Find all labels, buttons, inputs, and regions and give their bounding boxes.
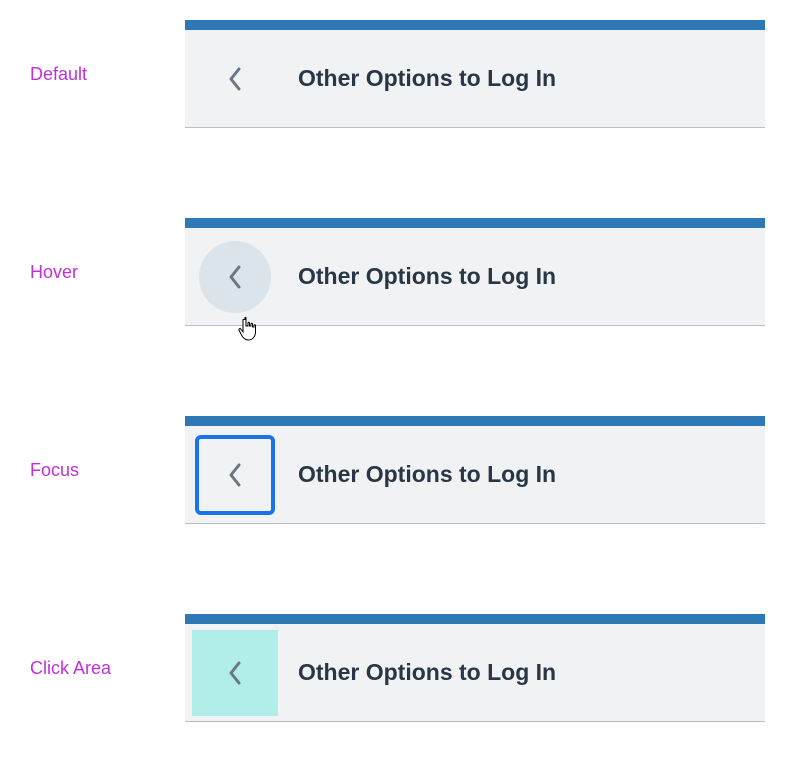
login-options-panel: Other Options to Log In bbox=[185, 218, 765, 326]
state-label-clickarea: Click Area bbox=[10, 658, 185, 679]
state-row-default: Default Other Options to Log In bbox=[10, 20, 776, 128]
panel-title: Other Options to Log In bbox=[298, 461, 556, 488]
panel-title: Other Options to Log In bbox=[298, 263, 556, 290]
login-options-panel: Other Options to Log In bbox=[185, 416, 765, 524]
state-label-default: Default bbox=[10, 64, 185, 85]
back-button[interactable] bbox=[190, 34, 280, 124]
chevron-left-icon bbox=[228, 661, 242, 685]
state-label-focus: Focus bbox=[10, 460, 185, 481]
back-button[interactable] bbox=[190, 430, 280, 520]
chevron-left-icon bbox=[228, 67, 242, 91]
pointer-cursor-icon bbox=[237, 316, 259, 342]
chevron-left-icon bbox=[228, 463, 242, 487]
panel-col: Other Options to Log In bbox=[185, 416, 776, 524]
chevron-left-icon bbox=[228, 265, 242, 289]
panel-col: Other Options to Log In bbox=[185, 614, 776, 722]
state-row-focus: Focus Other Options to Log In bbox=[10, 416, 776, 524]
back-button[interactable] bbox=[190, 628, 280, 718]
panel-title: Other Options to Log In bbox=[298, 65, 556, 92]
state-label-hover: Hover bbox=[10, 262, 185, 283]
state-row-clickarea: Click Area Other Options to Log In bbox=[10, 614, 776, 722]
panel-title: Other Options to Log In bbox=[298, 659, 556, 686]
panel-col: Other Options to Log In bbox=[185, 20, 776, 128]
back-button[interactable] bbox=[190, 232, 280, 322]
login-options-panel: Other Options to Log In bbox=[185, 20, 765, 128]
login-options-panel: Other Options to Log In bbox=[185, 614, 765, 722]
panel-col: Other Options to Log In bbox=[185, 218, 776, 326]
state-row-hover: Hover Other Options to Log In bbox=[10, 218, 776, 326]
